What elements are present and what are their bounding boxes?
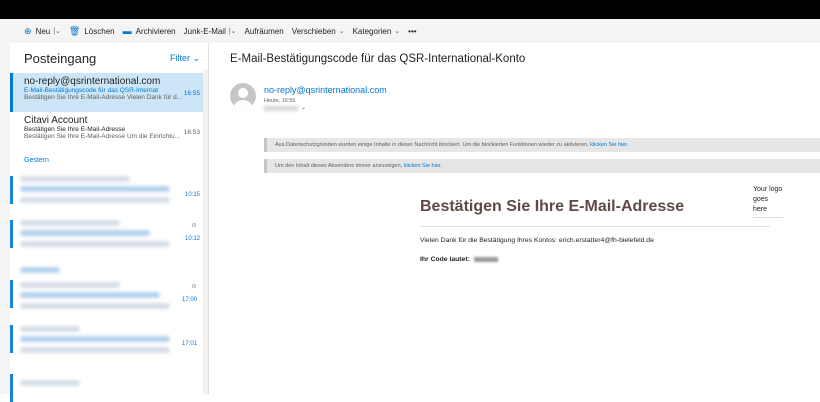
blurred-line bbox=[20, 176, 130, 182]
chevron-down-icon: ⌄ bbox=[394, 28, 401, 35]
blurred-line bbox=[20, 292, 160, 298]
mail-time: 10:12 bbox=[185, 236, 201, 242]
more-button[interactable]: ••• bbox=[404, 19, 420, 43]
filter-button[interactable]: Filter ⌄ bbox=[170, 53, 200, 64]
code-label: Ihr Code lautet: bbox=[420, 256, 470, 263]
blurred-line bbox=[20, 347, 170, 353]
notice-text: Aus Datenschutzgründen wurden einige Inh… bbox=[275, 142, 589, 148]
sweep-button[interactable]: Aufräumen bbox=[241, 19, 288, 43]
unread-marker bbox=[10, 176, 13, 204]
reading-pane: E-Mail-Bestätigungscode für das QSR-Inte… bbox=[209, 43, 820, 394]
mail-subject: E-Mail-Bestätigungscode für das QSR-Inte… bbox=[24, 87, 159, 94]
blurred-line bbox=[20, 267, 60, 273]
sweep-label: Aufräumen bbox=[244, 26, 284, 36]
sender-address[interactable]: no-reply@qsrinternational.com bbox=[264, 85, 387, 95]
blurred-message-list: 10:15 ⍝ 10:12 ⍝ 17:00 17:01 bbox=[10, 170, 208, 402]
unblock-link[interactable]: klicken Sie hier. bbox=[590, 142, 628, 148]
mail-sender: no-reply@qsrinternational.com bbox=[24, 76, 161, 87]
unread-marker bbox=[10, 374, 13, 402]
blurred-line bbox=[20, 186, 170, 192]
folder-title: Posteingang bbox=[24, 50, 97, 66]
filter-label: Filter bbox=[169, 52, 190, 63]
categories-button[interactable]: Kategorien ⌄ bbox=[349, 19, 405, 43]
blurred-line bbox=[20, 380, 80, 386]
more-icon: ••• bbox=[408, 26, 417, 36]
folder-pane-collapsed bbox=[0, 43, 10, 394]
recipient-blurred bbox=[264, 106, 298, 111]
chevron-down-icon[interactable]: |⌄ bbox=[229, 27, 237, 35]
blurred-line bbox=[20, 230, 150, 236]
move-button[interactable]: Verschieben ⌄ bbox=[288, 19, 349, 43]
command-toolbar: ⊕ Neu |⌄ 🗑 Löschen ▬ Archivieren Junk-E-… bbox=[0, 19, 820, 44]
chevron-down-icon[interactable]: ⌄ bbox=[301, 104, 306, 111]
message-list-scrollbar[interactable] bbox=[203, 70, 208, 394]
delete-button[interactable]: 🗑 Löschen bbox=[65, 19, 119, 43]
list-item[interactable]: Citavi Account Bestätigen Sie Ihre E-Mai… bbox=[10, 112, 208, 151]
chevron-down-icon[interactable]: |⌄ bbox=[53, 27, 61, 35]
blurred-line bbox=[20, 197, 170, 203]
mail-time: 16:53 bbox=[183, 129, 200, 136]
junk-button[interactable]: Junk-E-Mail |⌄ bbox=[180, 19, 241, 43]
blurred-line bbox=[20, 303, 170, 309]
date-group-header: Gestern bbox=[24, 157, 49, 164]
archive-label: Archivieren bbox=[135, 26, 176, 36]
blocked-content-notice: Aus Datenschutzgründen wurden einige Inh… bbox=[264, 138, 820, 152]
unread-marker bbox=[10, 220, 13, 248]
new-label: Neu bbox=[35, 26, 51, 36]
new-button[interactable]: ⊕ Neu |⌄ bbox=[0, 19, 65, 43]
logo-placeholder: Your logo goes here bbox=[753, 185, 783, 218]
mail-sender: Citavi Account bbox=[24, 115, 88, 126]
mail-subject: Bestätigen Sie Ihre E-Mail-Adresse bbox=[24, 126, 126, 133]
title-bar bbox=[0, 0, 820, 19]
attachment-icon: ⍝ bbox=[192, 283, 197, 290]
message-list-header: Posteingang Filter ⌄ bbox=[10, 43, 208, 73]
divider bbox=[420, 226, 770, 227]
trust-sender-notice: Um den Inhalt dieses Absenders immer anz… bbox=[264, 159, 820, 173]
blurred-line bbox=[20, 336, 170, 342]
blurred-line bbox=[20, 220, 120, 226]
mail-preview: Bestätigen Sie Ihre E-Mail-Adresse Viele… bbox=[24, 94, 183, 101]
unread-marker bbox=[10, 280, 13, 308]
junk-label: Junk-E-Mail bbox=[183, 26, 226, 36]
mail-time: 17:00 bbox=[182, 297, 198, 303]
avatar bbox=[230, 83, 256, 109]
trust-sender-link[interactable]: klicken Sie hier. bbox=[404, 163, 442, 169]
email-headline: Bestätigen Sie Ihre E-Mail-Adresse bbox=[420, 198, 685, 215]
verification-code-blurred bbox=[473, 256, 498, 262]
delete-label: Löschen bbox=[84, 26, 115, 36]
mail-time: 17:01 bbox=[182, 341, 198, 347]
blurred-line bbox=[20, 241, 170, 247]
blurred-line bbox=[20, 326, 80, 332]
list-item[interactable]: no-reply@qsrinternational.com E-Mail-Bes… bbox=[10, 73, 208, 112]
mail-time: 16:55 bbox=[183, 90, 200, 97]
mail-time: 10:15 bbox=[185, 192, 201, 198]
message-subject: E-Mail-Bestätigungscode für das QSR-Inte… bbox=[230, 53, 526, 65]
verification-code-line: Ihr Code lautet: bbox=[420, 256, 498, 263]
move-label: Verschieben bbox=[291, 26, 336, 36]
archive-button[interactable]: ▬ Archivieren bbox=[119, 19, 180, 43]
sent-date: Heute, 16:55 bbox=[264, 98, 296, 104]
chevron-down-icon: ⌄ bbox=[192, 52, 200, 63]
plus-icon: ⊕ bbox=[24, 25, 32, 36]
trash-icon: 🗑 bbox=[68, 25, 81, 36]
unread-marker bbox=[10, 325, 13, 353]
categories-label: Kategorien bbox=[352, 26, 392, 36]
chevron-down-icon: ⌄ bbox=[338, 28, 345, 35]
attachment-icon: ⍝ bbox=[192, 222, 197, 229]
email-body-text: Vielen Dank für die Bestätigung Ihres Ko… bbox=[420, 237, 654, 244]
mail-preview: Bestätigen Sie Ihre E-Mail-Adresse Um di… bbox=[24, 133, 181, 140]
blurred-line bbox=[20, 282, 120, 288]
archive-icon: ▬ bbox=[122, 26, 132, 36]
notice-text: Um den Inhalt dieses Absenders immer anz… bbox=[275, 163, 403, 169]
